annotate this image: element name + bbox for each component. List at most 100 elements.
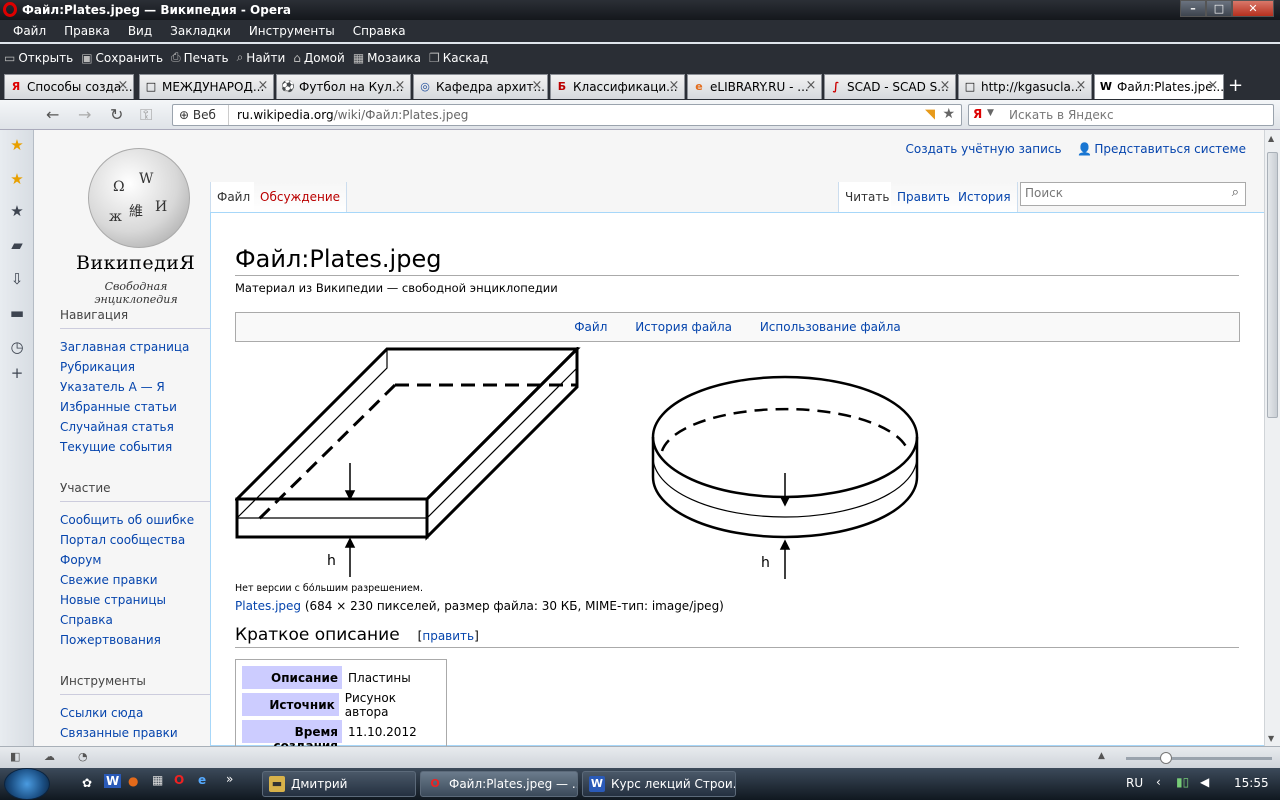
zoom-slider-knob[interactable] <box>1160 752 1172 764</box>
tab-7[interactable]: ∫ SCAD - SCAD S... × <box>824 74 956 99</box>
scroll-thumb[interactable] <box>1267 152 1278 418</box>
opera-quicklaunch-icon[interactable]: O <box>174 773 184 787</box>
search-icon[interactable]: ⌕ <box>1232 185 1239 200</box>
start-button[interactable] <box>4 768 50 800</box>
tab-file[interactable]: Файл <box>210 182 258 212</box>
bookmarks-star-icon[interactable]: ★ <box>8 136 26 154</box>
wiki-search-input[interactable]: Поиск ⌕ <box>1020 182 1246 206</box>
part-community-portal[interactable]: Портал сообщества <box>60 530 210 550</box>
scroll-up-icon[interactable]: ▲ <box>1268 134 1274 143</box>
show-desktop-icon[interactable]: ✿ <box>82 776 92 790</box>
menu-tools[interactable]: Инструменты <box>240 24 344 38</box>
app-icon[interactable]: ▦ <box>152 773 163 787</box>
save-button[interactable]: ▣ Сохранить <box>81 51 163 65</box>
zoom-slider[interactable] <box>1126 757 1272 760</box>
volume-icon[interactable]: ◀ <box>1200 775 1209 789</box>
rss-icon[interactable]: ◥ <box>925 107 935 122</box>
downloads-icon[interactable]: ⇩ <box>8 270 26 288</box>
tab-6[interactable]: e eLIBRARY.RU - ... × <box>687 74 822 99</box>
tab-talk[interactable]: Обсуждение <box>254 182 348 212</box>
network-icon[interactable]: ▮▯ <box>1176 775 1189 789</box>
tab-9-active[interactable]: W Файл:Plates.jpe... × <box>1094 74 1224 99</box>
home-button[interactable]: ⌂ Домой <box>293 51 345 65</box>
tab-1[interactable]: Я Способы созда... × <box>4 74 134 99</box>
part-report-error[interactable]: Сообщить об ошибке <box>60 510 210 530</box>
part-donate[interactable]: Пожертвования <box>60 630 210 650</box>
close-tab-icon[interactable]: × <box>1206 79 1220 93</box>
minimize-button[interactable]: – <box>1180 0 1206 17</box>
close-tab-icon[interactable]: × <box>1074 79 1088 93</box>
maximize-button[interactable]: □ <box>1206 0 1232 17</box>
close-tab-icon[interactable]: × <box>393 79 407 93</box>
nav-current-events[interactable]: Текущие события <box>60 437 210 457</box>
part-forum[interactable]: Форум <box>60 550 210 570</box>
tab-4[interactable]: ◎ Кафедра архит... × <box>413 74 548 99</box>
nav-featured[interactable]: Избранные статьи <box>60 397 210 417</box>
menu-file[interactable]: Файл <box>4 24 55 38</box>
zoom-menu-icon[interactable]: ▲ <box>1098 751 1105 761</box>
clock[interactable]: 15:55 <box>1234 776 1269 790</box>
section-edit-link[interactable]: править <box>422 629 474 643</box>
yandex-search-input[interactable]: Я ▼ Искать в Яндекс <box>968 104 1274 126</box>
reload-icon[interactable]: ↻ <box>110 105 123 124</box>
cloud-icon[interactable]: ☁ <box>44 750 55 763</box>
tab-2[interactable]: □ МЕЖДУНАРОД... × <box>139 74 274 99</box>
page-scrollbar[interactable]: ▲ ▼ <box>1264 130 1280 746</box>
add-panel-icon[interactable]: + <box>8 364 26 382</box>
nav-random[interactable]: Случайная статья <box>60 417 210 437</box>
panel-toggle-icon[interactable]: ◧ <box>10 750 20 763</box>
site-info-button[interactable]: ⊕ Веб <box>173 105 229 125</box>
url-input[interactable]: ⊕ Веб ru.wikipedia.org/wiki/Файл:Plates.… <box>172 104 962 126</box>
close-tab-icon[interactable]: × <box>667 79 681 93</box>
login-link[interactable]: Представиться системе <box>1094 142 1246 156</box>
nav-main-page[interactable]: Заглавная страница <box>60 337 210 357</box>
forward-arrow-icon[interactable]: → <box>78 105 91 124</box>
menu-edit[interactable]: Правка <box>55 24 119 38</box>
ie-icon[interactable]: e <box>198 773 206 787</box>
close-tab-icon[interactable]: × <box>938 79 952 93</box>
key-icon[interactable]: ⚿ <box>140 105 152 125</box>
open-button[interactable]: ▭ Открыть <box>4 51 73 65</box>
taskbar-word[interactable]: W Курс лекций Строи... <box>582 771 736 797</box>
create-account-link[interactable]: Создать учётную запись <box>905 142 1061 156</box>
language-indicator[interactable]: RU <box>1126 776 1143 790</box>
tab-read[interactable]: Читать <box>838 182 897 212</box>
close-tab-icon[interactable]: × <box>256 79 270 93</box>
bookmark-star-icon[interactable]: ★ <box>942 106 955 122</box>
new-tab-button[interactable]: + <box>1228 75 1243 96</box>
part-help[interactable]: Справка <box>60 610 210 630</box>
menu-help[interactable]: Справка <box>344 24 415 38</box>
filenav-history[interactable]: История файла <box>635 320 732 334</box>
menu-view[interactable]: Вид <box>119 24 161 38</box>
wikipedia-logo[interactable]: ΩW維Иж ВикипедиЯ Свободная энциклопедия <box>54 140 195 306</box>
part-new-pages[interactable]: Новые страницы <box>60 590 210 610</box>
windows-icon[interactable]: ▬ <box>8 304 26 322</box>
taskbar-explorer[interactable]: ▬ Дмитрий <box>262 771 416 797</box>
tools-related-changes[interactable]: Связанные правки <box>60 723 210 743</box>
notes-icon[interactable]: ▰ <box>8 236 26 254</box>
star-panel-icon[interactable]: ★ <box>8 202 26 220</box>
find-button[interactable]: ⌕ Найти <box>237 50 286 65</box>
firefox-icon[interactable]: ● <box>128 774 138 788</box>
cascade-button[interactable]: ❐ Каскад <box>429 51 488 65</box>
tab-edit[interactable]: Править <box>891 182 957 212</box>
file-link[interactable]: Plates.jpeg <box>235 599 301 613</box>
tab-5[interactable]: Б Классификаци... × <box>550 74 685 99</box>
part-recent-changes[interactable]: Свежие правки <box>60 570 210 590</box>
tile-button[interactable]: ▦ Мозаика <box>353 51 421 65</box>
tray-expand-icon[interactable]: ‹ <box>1156 775 1161 789</box>
tools-what-links-here[interactable]: Ссылки сюда <box>60 703 210 723</box>
tab-3[interactable]: ⚽ Футбол на Кул... × <box>276 74 411 99</box>
back-arrow-icon[interactable]: ← <box>46 105 59 124</box>
chevron-down-icon[interactable]: ▼ <box>987 108 994 118</box>
tab-history[interactable]: История <box>952 182 1018 212</box>
nav-index[interactable]: Указатель А — Я <box>60 377 210 397</box>
print-button[interactable]: ⎙ Печать <box>171 50 229 65</box>
filenav-file[interactable]: Файл <box>574 320 607 334</box>
close-tab-icon[interactable]: × <box>530 79 544 93</box>
speed-dial-star-icon[interactable]: ★ <box>8 170 26 188</box>
filenav-usage[interactable]: Использование файла <box>760 320 901 334</box>
tab-8[interactable]: □ http://kgasucla... × <box>958 74 1092 99</box>
word-quicklaunch-icon[interactable]: W <box>104 774 122 788</box>
speed-icon[interactable]: ◔ <box>78 750 88 763</box>
